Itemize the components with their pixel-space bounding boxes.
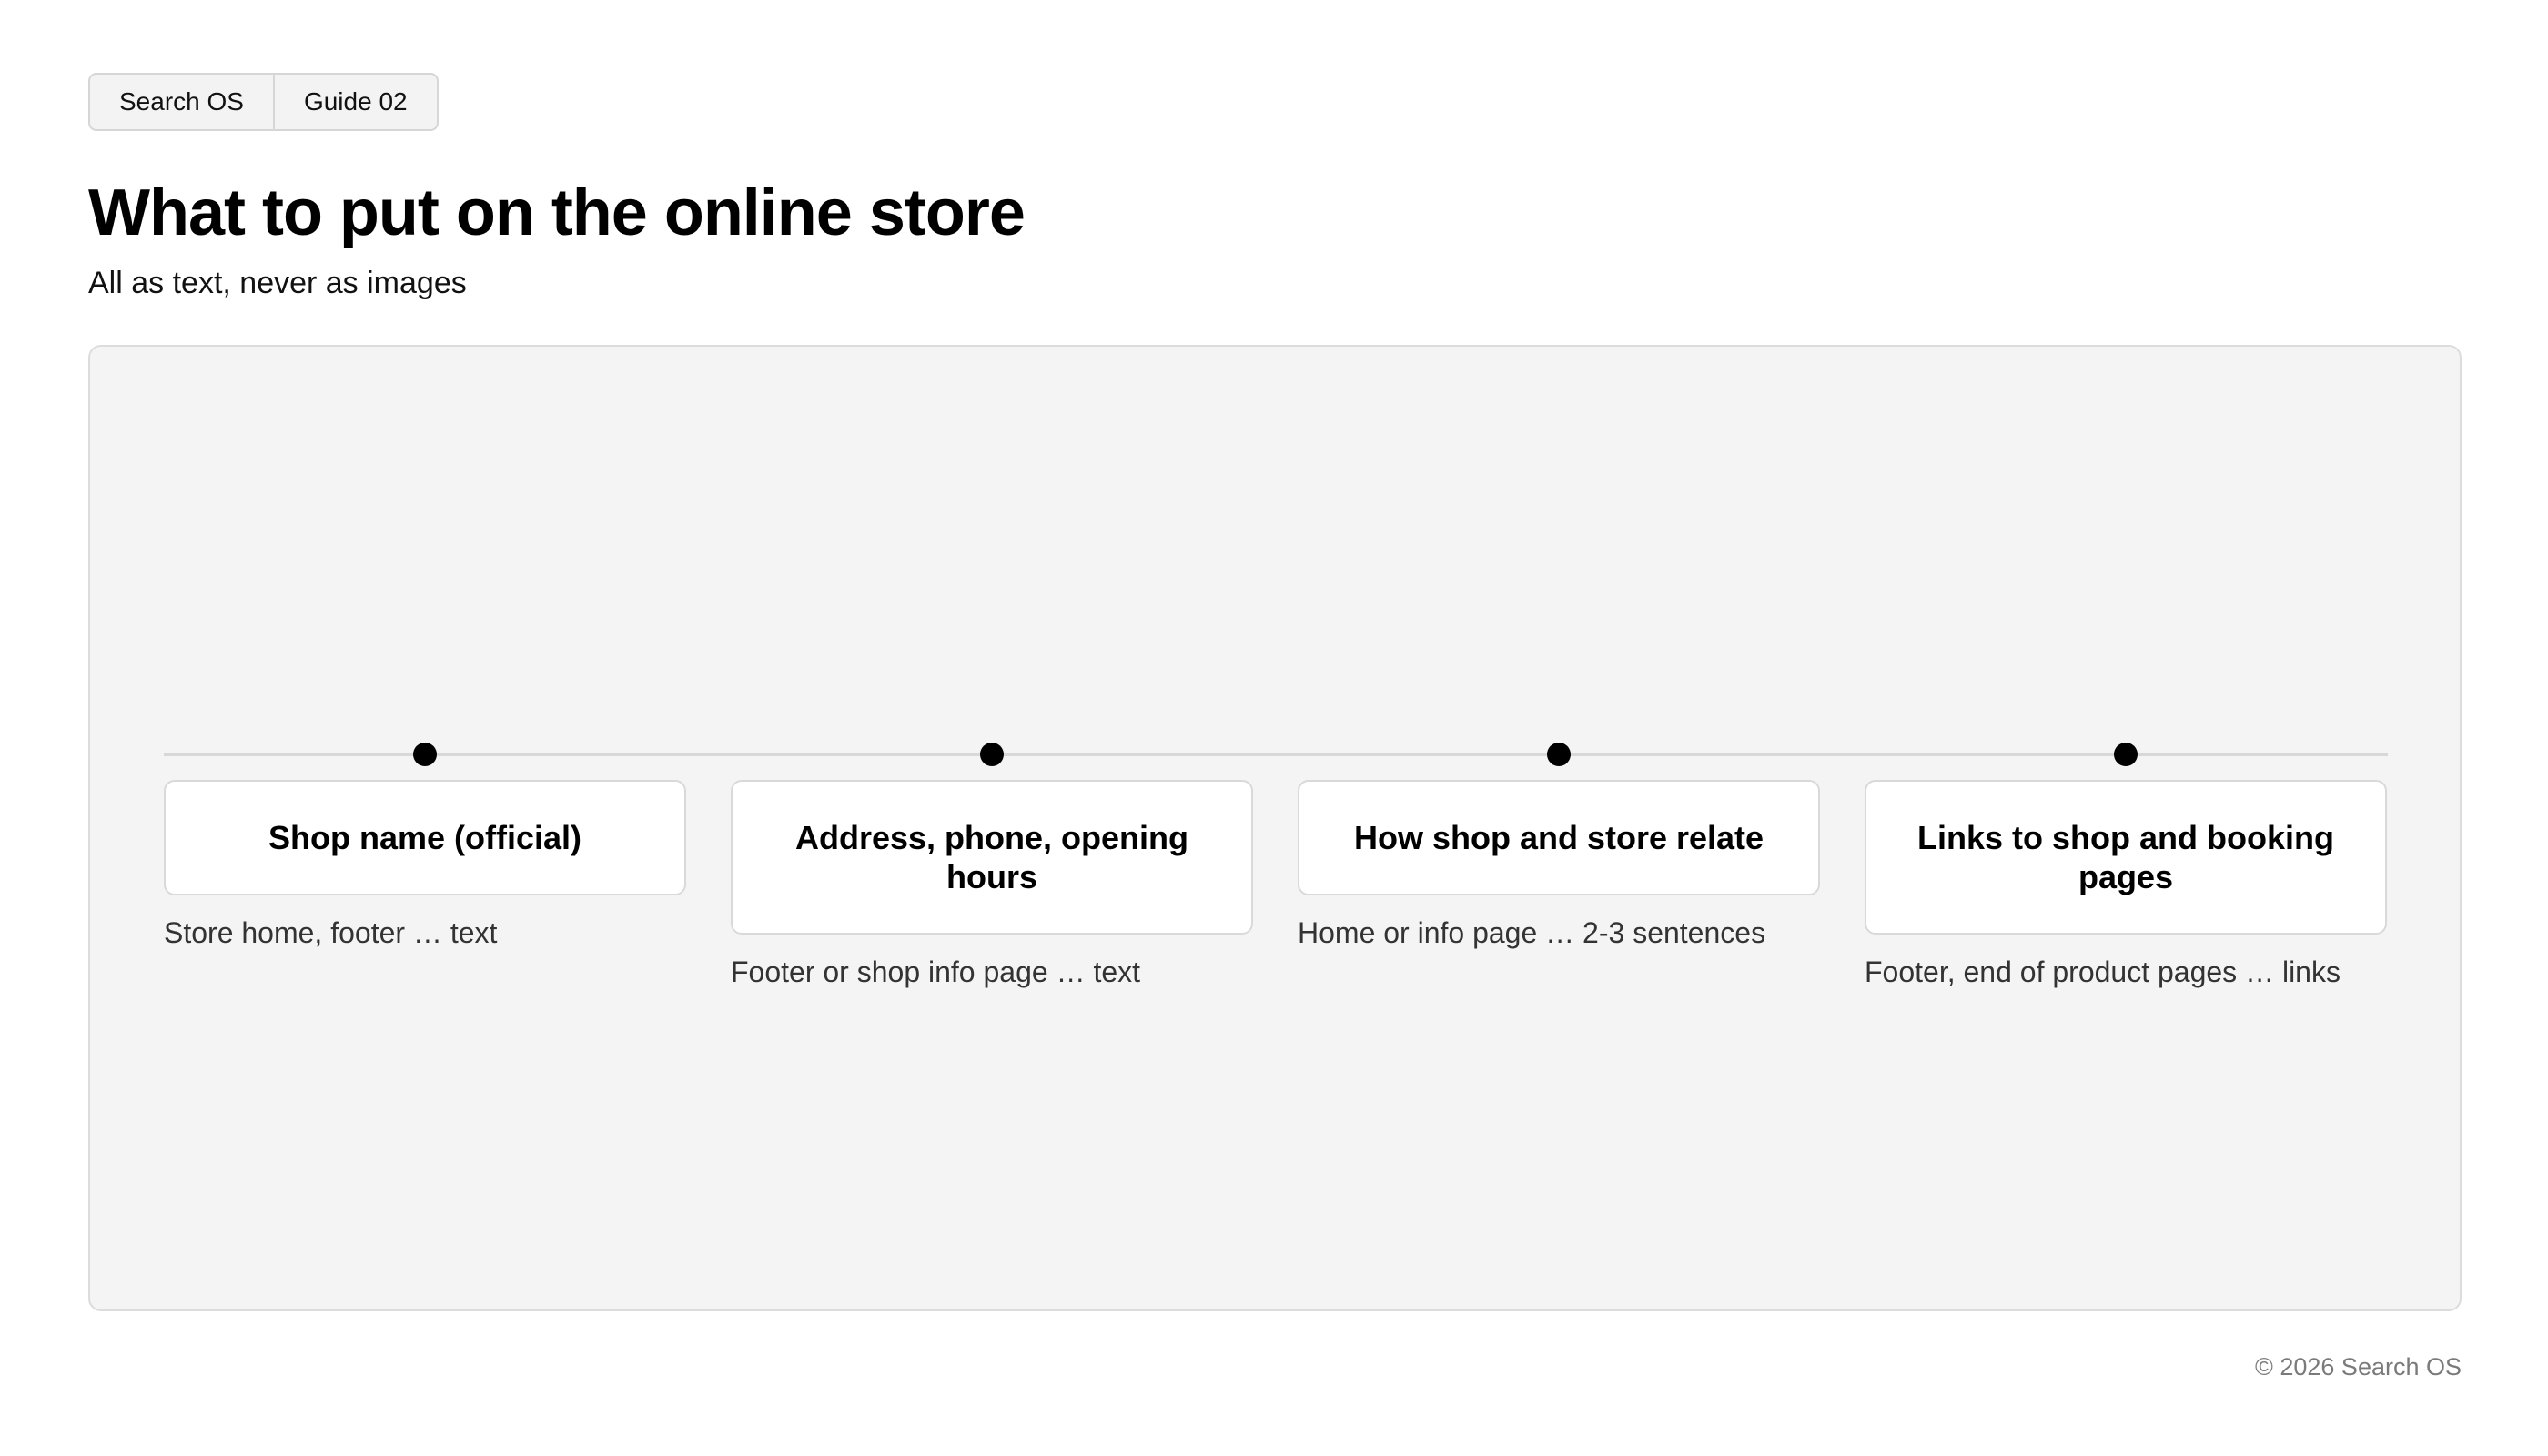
timeline-dot-icon [980,743,1004,766]
step-note: Footer or shop info page … text [731,956,1141,988]
breadcrumb-item-guide[interactable]: Guide 02 [272,75,437,129]
step-card: How shop and store relate [1298,780,1820,895]
step-note: Store home, footer … text [164,916,498,949]
step-card: Address, phone, opening hours [731,780,1253,935]
breadcrumb-item-search-os[interactable]: Search OS [90,75,273,129]
breadcrumb: Search OS Guide 02 [88,73,439,131]
step-title: Address, phone, opening hours [794,819,1189,895]
step-title: Shop name (official) [268,819,582,856]
timeline-dot-icon [413,743,437,766]
step-title: Links to shop and booking pages [1917,819,2334,895]
diagram-panel: Shop name (official) Store home, footer … [88,345,2462,1311]
timeline-dot-icon [1547,743,1571,766]
step-note: Home or info page … 2-3 sentences [1298,916,1766,949]
timeline-line [164,753,2388,756]
step-card: Links to shop and booking pages [1865,780,2387,935]
footer-copyright: © 2026 Search OS [2254,1353,2462,1380]
step-note: Footer, end of product pages … links [1865,956,2341,988]
page-subtitle: All as text, never as images [88,266,467,300]
timeline-dot-icon [2114,743,2138,766]
step-card: Shop name (official) [164,780,686,895]
page-title: What to put on the online store [88,177,1026,249]
step-title: How shop and store relate [1353,819,1764,856]
